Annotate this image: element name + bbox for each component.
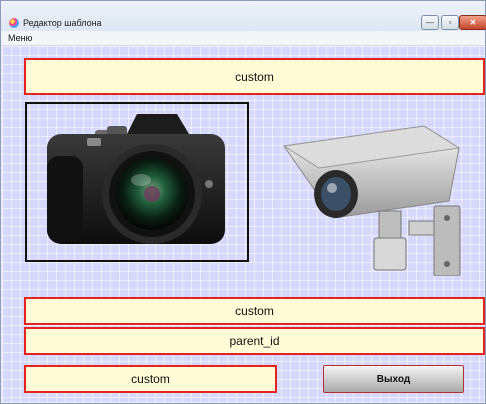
close-button[interactable]: ✕ <box>459 15 486 30</box>
top-custom-field[interactable]: custom <box>24 58 485 95</box>
app-window: Редактор шаблона — ▫ ✕ Меню custom custo… <box>0 0 486 404</box>
parent-id-field[interactable]: parent_id <box>24 327 485 355</box>
menu-item-menu[interactable]: Меню <box>8 31 32 45</box>
app-icon <box>9 18 19 28</box>
minimize-button[interactable]: — <box>421 15 439 30</box>
bottom-custom-field[interactable]: custom <box>24 365 277 393</box>
window-title: Редактор шаблона <box>23 18 102 28</box>
middle-custom-field[interactable]: custom <box>24 297 485 325</box>
photo-camera-icon <box>47 114 225 244</box>
title-bar: Редактор шаблона — ▫ ✕ <box>1 1 486 31</box>
exit-button[interactable]: Выход <box>323 365 464 393</box>
client-area: custom custom parent_id custom Выход <box>2 46 485 402</box>
menu-bar: Меню <box>1 31 485 46</box>
cctv-camera-icon <box>282 125 461 276</box>
maximize-button[interactable]: ▫ <box>441 15 459 30</box>
